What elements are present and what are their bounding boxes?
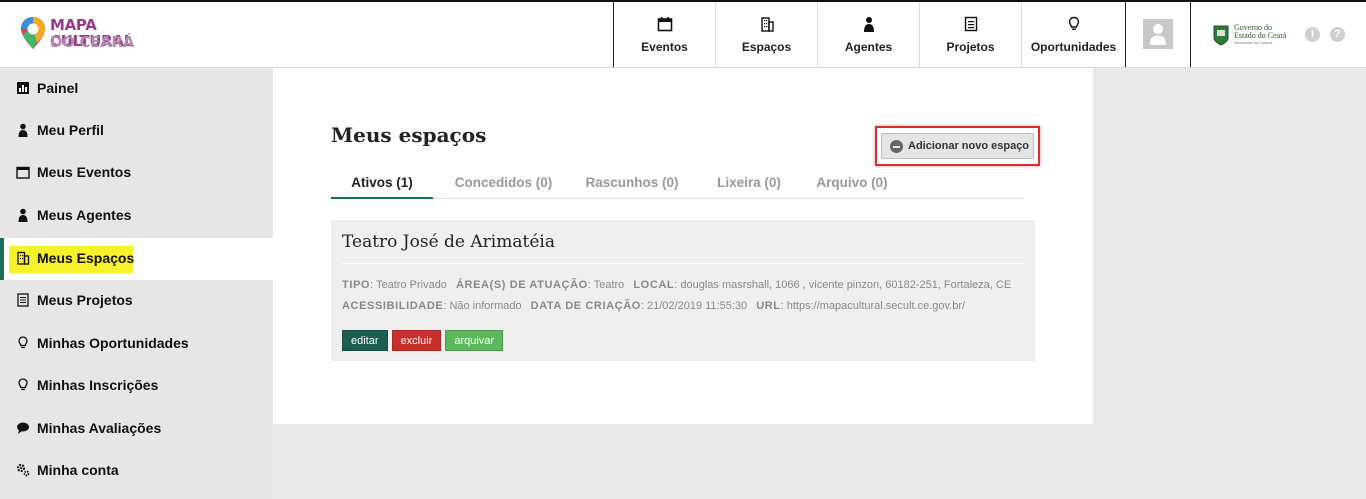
tipo-value: Teatro Privado [376, 279, 447, 291]
document-icon [17, 293, 29, 307]
help-icon[interactable]: ? [1330, 27, 1345, 42]
space-meta-line-1: TIPO: Teatro Privado ÁREA(S) DE ATUAÇÃO:… [342, 279, 1012, 291]
building-icon [17, 251, 30, 265]
main-content: Meus espaços Adicionar novo espaço Ativo… [273, 68, 1093, 424]
sidebar-item-meus-projetos[interactable]: Meus Projetos [0, 280, 273, 322]
document-icon [964, 16, 977, 32]
sidebar-item-meus-espacos[interactable]: Meus Espaços [0, 238, 273, 280]
sidebar-item-label: Meus Eventos [37, 164, 132, 180]
area-value: Teatro [593, 279, 625, 291]
data-label: DATA DE CRIAÇÃO [530, 300, 641, 312]
header-divider [1190, 2, 1191, 67]
lightbulb-icon [1068, 16, 1079, 30]
user-avatar[interactable] [1143, 19, 1173, 49]
annotation-highlight-box: Adicionar novo espaço [875, 126, 1040, 166]
space-title[interactable]: Teatro José de Arimatéia [342, 232, 555, 252]
gov-line-2: Estado do Ceará [1234, 31, 1287, 40]
lightbulb-icon [18, 336, 28, 349]
sidebar: Painel Meu Perfil Meus Eventos Meus Agen… [0, 68, 273, 499]
nav-label: Projetos [946, 40, 995, 54]
person-icon [863, 17, 874, 32]
space-meta-line-2: ACESSIBILIDADE: Não informado DATA DE CR… [342, 300, 966, 312]
calendar-icon [657, 17, 672, 32]
sidebar-item-minhas-inscricoes[interactable]: Minhas Inscrições [0, 365, 273, 407]
delete-button[interactable]: excluir [391, 330, 442, 351]
tab-arquivo[interactable]: Arquivo (0) [811, 170, 893, 199]
sidebar-item-label: Meu Perfil [37, 122, 104, 138]
tab-ativos[interactable]: Ativos (1) [331, 170, 433, 199]
nav-espacos[interactable]: Espaços [716, 2, 818, 67]
nav-label: Agentes [844, 40, 893, 54]
nav-label: Oportunidades [1030, 40, 1117, 54]
local-label: LOCAL [633, 279, 675, 291]
minus-circle-icon [890, 140, 903, 153]
acess-value: Não informado [449, 300, 522, 312]
sidebar-item-painel[interactable]: Painel [0, 68, 273, 110]
nav-agentes[interactable]: Agentes [818, 2, 920, 67]
page-title: Meus espaços [331, 123, 487, 147]
sidebar-item-meus-agentes[interactable]: Meus Agentes [0, 195, 273, 237]
lightbulb-icon [18, 378, 28, 391]
sidebar-item-label: Minhas Inscrições [37, 377, 159, 393]
person-icon [18, 208, 28, 222]
local-value: douglas masrshall, 1066 , vicente pinzon… [680, 279, 1012, 291]
top-header: MAPA CULTURAL DO CEARÁ Eventos Espaços A… [0, 0, 1366, 68]
sidebar-item-label: Meus Espaços [37, 250, 135, 266]
tab-concedidos[interactable]: Concedidos (0) [446, 170, 561, 199]
sidebar-item-minhas-oportunidades[interactable]: Minhas Oportunidades [0, 323, 273, 365]
calendar-icon [16, 166, 30, 179]
government-logo[interactable]: Governo do Estado do Ceará Secretaria da… [1212, 22, 1302, 48]
sidebar-item-label: Minhas Avaliações [37, 420, 162, 436]
brand-line-2: DO CEARÁ [50, 33, 135, 51]
url-label: URL [756, 300, 781, 312]
space-card: Teatro José de Arimatéia TIPO: Teatro Pr… [331, 220, 1035, 361]
brand-logo[interactable]: MAPA CULTURAL DO CEARÁ [20, 14, 160, 58]
person-icon [18, 123, 28, 137]
info-icon[interactable]: i [1305, 27, 1320, 42]
sidebar-item-label: Minhas Oportunidades [37, 335, 189, 351]
sidebar-item-label: Painel [37, 80, 79, 96]
sidebar-item-minhas-avaliacoes[interactable]: Minhas Avaliações [0, 408, 273, 450]
user-placeholder-icon [1150, 24, 1166, 45]
state-seal-icon [1213, 25, 1229, 46]
sidebar-item-label: Minha conta [37, 462, 119, 478]
data-value: 21/02/2019 11:55:30 [647, 300, 748, 312]
nav-label: Eventos [641, 40, 688, 54]
nav-label: Espaços [741, 40, 792, 54]
acess-label: ACESSIBILIDADE [342, 300, 444, 312]
main-nav: Eventos Espaços Agentes Projetos Oportun… [613, 2, 1126, 67]
nav-eventos[interactable]: Eventos [614, 2, 716, 67]
edit-button[interactable]: editar [342, 330, 388, 351]
gears-icon [16, 463, 30, 477]
map-pin-logo-icon [21, 17, 45, 49]
chart-icon [17, 82, 29, 94]
sidebar-item-label: Meus Agentes [37, 207, 132, 223]
sidebar-item-meus-eventos[interactable]: Meus Eventos [0, 152, 273, 194]
nav-projetos[interactable]: Projetos [920, 2, 1022, 67]
add-space-button[interactable]: Adicionar novo espaço [881, 133, 1034, 159]
building-icon [760, 17, 774, 32]
tab-lixeira[interactable]: Lixeira (0) [709, 170, 789, 199]
tipo-label: TIPO [342, 279, 371, 291]
sidebar-item-meu-perfil[interactable]: Meu Perfil [0, 110, 273, 152]
tab-rascunhos[interactable]: Rascunhos (0) [581, 170, 683, 199]
url-value[interactable]: https://mapacultural.secult.ce.gov.br/ [787, 300, 965, 312]
card-divider [342, 263, 1024, 264]
sidebar-item-label: Meus Projetos [37, 292, 133, 308]
add-space-label: Adicionar novo espaço [908, 140, 1030, 152]
status-tabs: Ativos (1) Concedidos (0) Rascunhos (0) … [331, 170, 1024, 199]
archive-button[interactable]: arquivar [445, 330, 504, 351]
card-actions: editar excluir arquivar [342, 330, 504, 351]
sidebar-item-minha-conta[interactable]: Minha conta [0, 450, 273, 492]
area-label: ÁREA(S) DE ATUAÇÃO [456, 279, 588, 291]
nav-oportunidades[interactable]: Oportunidades [1022, 2, 1126, 67]
gov-line-3: Secretaria da Cultura [1234, 40, 1272, 45]
speech-bubble-icon [17, 422, 29, 434]
